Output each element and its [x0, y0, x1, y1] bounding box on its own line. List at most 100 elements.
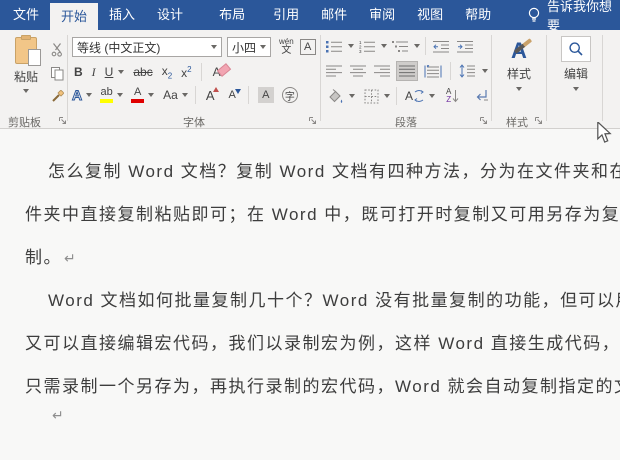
copy-button[interactable]	[46, 63, 68, 84]
italic-button[interactable]: I	[92, 65, 96, 80]
character-shading-button[interactable]: A	[257, 87, 274, 103]
character-border-icon: A	[299, 39, 316, 55]
tab-review[interactable]: 审阅	[358, 0, 406, 30]
tab-help[interactable]: 帮助	[454, 0, 502, 30]
borders-button[interactable]	[362, 86, 381, 106]
text-effects-button[interactable]: A	[71, 87, 82, 104]
tell-me-box[interactable]: 告诉我你想要	[527, 0, 620, 33]
paragraph-mark: ↵	[64, 250, 76, 266]
svg-text:3: 3	[359, 49, 362, 53]
paste-button[interactable]: 粘贴	[6, 35, 46, 111]
multilevel-dropdown-arrow[interactable]	[414, 44, 420, 48]
styles-icon: A	[504, 36, 534, 62]
justify-button[interactable]	[396, 61, 418, 81]
tab-file[interactable]: 文件	[2, 0, 50, 30]
editing-button[interactable]: 编辑	[556, 36, 596, 91]
format-painter-button[interactable]	[46, 86, 68, 107]
sort-button[interactable]: AZ	[444, 86, 461, 106]
format-painter-icon	[50, 89, 65, 104]
doc-line: ↵	[50, 405, 64, 425]
editing-button-label: 编辑	[563, 67, 588, 81]
tab-home[interactable]: 开始	[50, 3, 99, 30]
clear-formatting-button[interactable]: A	[213, 65, 221, 79]
paragraph-dialog-launcher[interactable]	[479, 116, 488, 125]
asian-layout-button[interactable]: A	[403, 86, 426, 106]
grow-font-button[interactable]: A	[206, 86, 220, 103]
bullets-dropdown-arrow[interactable]	[348, 44, 354, 48]
distribute-button[interactable]	[422, 61, 444, 81]
scissors-icon	[50, 42, 65, 57]
strikethrough-button[interactable]: abc	[133, 65, 152, 79]
borders-dropdown-arrow[interactable]	[384, 94, 390, 98]
mouse-cursor	[596, 122, 612, 144]
text-effects-dropdown-arrow[interactable]	[86, 93, 93, 97]
shading-dropdown-arrow[interactable]	[349, 94, 355, 98]
tab-view[interactable]: 视图	[406, 0, 454, 30]
copy-icon	[50, 66, 65, 81]
lightbulb-icon	[527, 5, 541, 25]
font-name-value: 等线 (中文正文)	[77, 40, 161, 55]
font-group-label: 字体	[183, 117, 205, 129]
editing-dropdown-arrow[interactable]	[573, 87, 579, 91]
doc-line: 怎么复制 Word 文档？复制 Word 文档有四种方法，分为在文件夹和在 Wo…	[48, 162, 620, 181]
align-right-button[interactable]	[372, 61, 392, 81]
document-page[interactable]: 怎么复制 Word 文档？复制 Word 文档有四种方法，分为在文件夹和在 Wo…	[0, 130, 620, 460]
doc-line: 件夹中直接复制粘贴即可；在 Word 中，既可打开时复制又可用另存为复制，还可以	[25, 205, 620, 224]
styles-dialog-launcher[interactable]	[534, 116, 543, 125]
highlight-dropdown-arrow[interactable]	[117, 93, 124, 97]
highlight-button[interactable]: ab	[100, 87, 114, 103]
paste-label: 粘贴	[13, 70, 38, 84]
clipboard-paste-icon	[15, 35, 41, 66]
bold-button[interactable]: B	[74, 65, 83, 79]
tab-layout[interactable]: 布局	[208, 0, 256, 30]
tab-design[interactable]: 设计	[146, 0, 194, 30]
phonetic-guide-button[interactable]: wén 文	[279, 38, 294, 56]
increase-indent-button[interactable]	[455, 36, 476, 56]
search-icon	[561, 36, 591, 62]
underline-button[interactable]: U	[105, 65, 114, 79]
show-marks-button[interactable]	[472, 86, 492, 106]
tab-mailings[interactable]: 邮件	[310, 0, 358, 30]
subscript-button[interactable]: x2	[162, 64, 172, 80]
superscript-button[interactable]: x2	[181, 65, 191, 80]
doc-line: 又可以直接编辑宏代码，我们以录制宏为例，这样 Word 直接生成代码，不用自己写…	[25, 334, 620, 353]
enclose-characters-button[interactable]: 字	[281, 87, 298, 103]
clipboard-group-label: 剪贴板	[8, 114, 66, 130]
tab-references[interactable]: 引用	[262, 0, 310, 30]
character-border-button[interactable]: A	[299, 39, 316, 55]
line-spacing-dropdown-arrow[interactable]	[482, 69, 488, 73]
underline-dropdown-arrow[interactable]	[118, 70, 125, 74]
paste-dropdown-arrow[interactable]	[23, 89, 29, 93]
doc-line: 只需录制一个另存为，再执行录制的宏代码，Word 就会自动复制指定的文档数。↵	[25, 377, 620, 396]
font-name-combobox[interactable]: 等线 (中文正文)	[72, 37, 222, 57]
decrease-indent-button[interactable]	[431, 36, 452, 56]
asian-layout-dropdown-arrow[interactable]	[429, 94, 436, 98]
styles-button[interactable]: A 样式	[498, 36, 540, 91]
shrink-font-button[interactable]: A	[228, 89, 241, 101]
line-spacing-button[interactable]	[457, 61, 478, 81]
bullets-button[interactable]	[324, 36, 345, 56]
phonetic-guide-icon: wén 文	[279, 37, 294, 56]
numbering-dropdown-arrow[interactable]	[381, 44, 387, 48]
change-case-button[interactable]: Aa	[163, 88, 178, 102]
numbering-button[interactable]: 123	[357, 36, 378, 56]
styles-dropdown-arrow[interactable]	[516, 87, 522, 91]
font-color-dropdown-arrow[interactable]	[148, 93, 155, 97]
font-dialog-launcher[interactable]	[308, 116, 317, 125]
cut-button[interactable]	[46, 39, 68, 60]
shading-button[interactable]	[324, 86, 346, 106]
multilevel-list-button[interactable]	[390, 36, 411, 56]
change-case-dropdown-arrow[interactable]	[181, 93, 188, 97]
paragraph-mark: ↵	[52, 407, 64, 423]
styles-button-label: 样式	[506, 67, 531, 81]
paragraph-group-label: 段落	[395, 117, 417, 129]
doc-line: Word 文档如何批量复制几十个？Word 没有批量复制的功能，但可以用宏来完成	[48, 291, 620, 310]
font-color-button[interactable]: A	[131, 87, 145, 103]
font-size-combobox[interactable]: 小四	[227, 37, 271, 57]
tab-insert[interactable]: 插入	[98, 0, 146, 30]
doc-line: 制。 ↵	[25, 248, 76, 267]
ribbon: 粘贴 剪贴板 等线 (中文正文) 小四 wén 文 A B I U abc x2…	[0, 30, 620, 129]
align-center-button[interactable]	[348, 61, 368, 81]
align-left-button[interactable]	[324, 61, 344, 81]
clipboard-dialog-launcher[interactable]	[58, 116, 67, 125]
